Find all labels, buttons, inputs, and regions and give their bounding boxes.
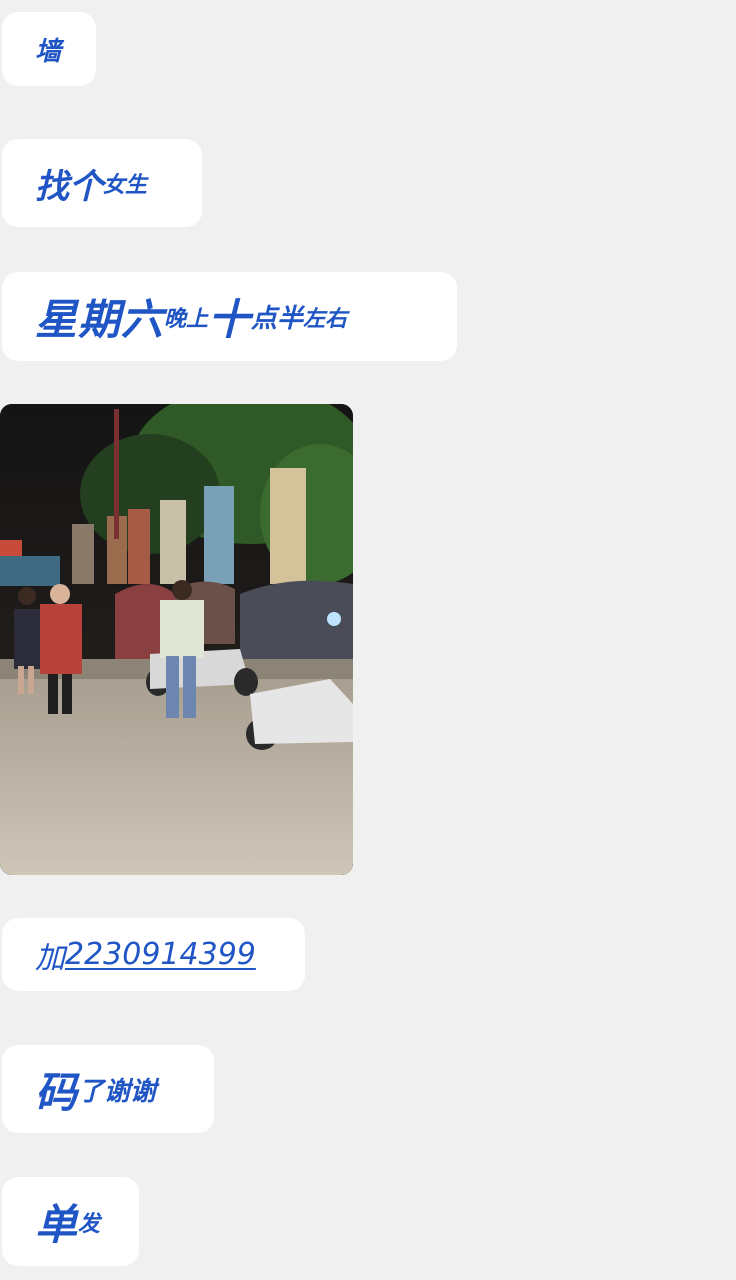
message-text-small: 晚上 xyxy=(164,306,209,332)
chat-bubble-6[interactable]: 码 了谢谢 xyxy=(2,1045,214,1133)
message-text: 墙 xyxy=(35,36,62,67)
message-text-medium: 点半 xyxy=(251,304,304,334)
street-night-photo xyxy=(0,404,353,875)
message-text-large: 十 xyxy=(208,295,252,344)
chat-bubble-2[interactable]: 找个 女生 xyxy=(2,139,202,227)
chat-bubble-7[interactable]: 单 发 xyxy=(2,1177,139,1266)
message-text-large: 单 xyxy=(35,1200,79,1249)
message-text-small: 左右 xyxy=(303,306,348,332)
message-text-large: 码 xyxy=(35,1067,79,1117)
message-text-small: 了谢谢 xyxy=(78,1076,157,1107)
chat-bubble-1[interactable]: 墙 xyxy=(2,12,96,86)
chat-bubble-3[interactable]: 星期六 晚上 十 点半 左右 xyxy=(2,272,457,361)
message-text-large: 找个 xyxy=(35,166,103,207)
chat-image-message[interactable] xyxy=(0,404,353,875)
phone-number-link[interactable]: 2230914399 xyxy=(65,937,256,972)
chat-bubble-5[interactable]: 加 2230914399 xyxy=(2,918,305,991)
message-text-small: 女生 xyxy=(103,173,148,198)
message-text-large: 星期六 xyxy=(35,295,165,344)
message-text-small: 发 xyxy=(78,1211,101,1237)
message-prefix: 加 xyxy=(35,940,65,976)
